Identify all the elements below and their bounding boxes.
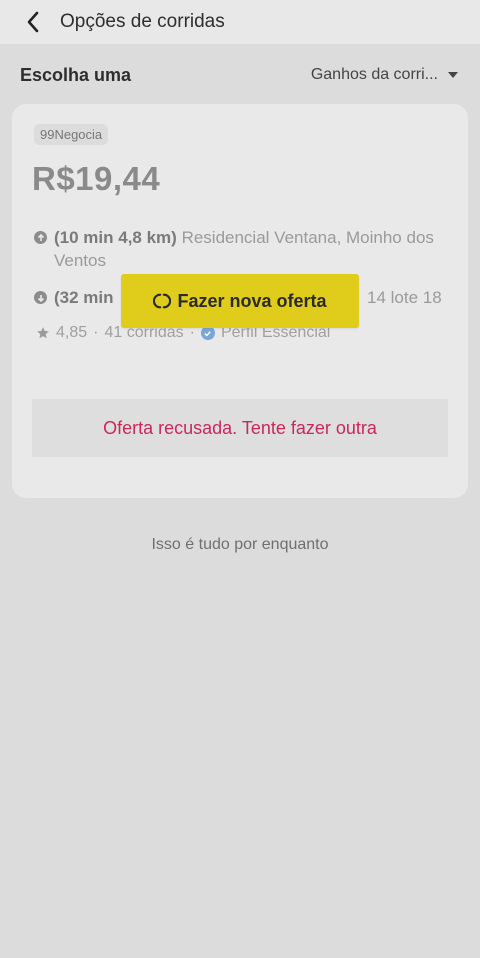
ride-type-badge: 99Negocia [34, 124, 109, 145]
star-icon [37, 327, 49, 339]
choose-label: Escolha uma [20, 64, 132, 85]
new-offer-button[interactable]: Fazer nova oferta [121, 274, 359, 328]
back-arrow-icon [27, 11, 39, 33]
sort-label: Ganhos da corri... [310, 66, 438, 83]
page-title: Opções de corridas [60, 11, 225, 32]
loading-spinner-icon [153, 293, 172, 309]
back-button[interactable] [10, 0, 56, 44]
pickup-arrow-up-icon [34, 231, 47, 244]
filter-row: Escolha uma Ganhos da corri... [0, 56, 480, 94]
top-bar: Opções de corridas [0, 0, 480, 44]
verified-icon [200, 326, 215, 340]
dropoff-address: 14 lote 18 [367, 288, 442, 307]
ride-price: R$19,44 [32, 160, 161, 197]
offer-refused-banner: Oferta recusada. Tente fazer outra [32, 399, 448, 457]
new-offer-label: Fazer nova oferta [177, 290, 327, 311]
sort-dropdown[interactable]: Ganhos da corri... [311, 66, 460, 84]
separator-dot: · [93, 324, 99, 341]
rating-value: 4,85 [56, 324, 88, 341]
caret-down-icon [448, 72, 458, 78]
pickup-row: (10 min 4,8 km) Residencial Ventana, Moi… [34, 226, 454, 272]
pickup-eta: (10 min 4,8 km) [54, 228, 177, 247]
dropoff-arrow-down-icon [34, 291, 47, 304]
end-of-list-text: Isso é tudo por enquanto [151, 536, 329, 553]
dropoff-eta: (32 min [54, 288, 114, 307]
